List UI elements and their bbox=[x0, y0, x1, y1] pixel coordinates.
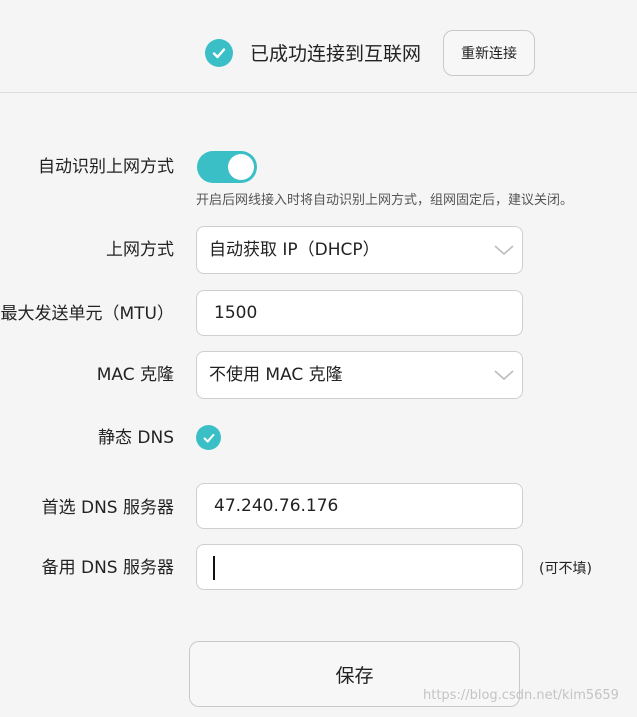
connection-status-bar: 已成功连接到互联网 重新连接 bbox=[0, 0, 637, 92]
mac-clone-value: 不使用 MAC 克隆 bbox=[209, 365, 343, 385]
auto-detect-hint: 开启后网线接入时将自动识别上网方式，组网固定后，建议关闭。 bbox=[196, 193, 574, 208]
watermark: https://blog.csdn.net/kim5659 bbox=[423, 688, 619, 703]
mtu-input[interactable]: 1500 bbox=[196, 290, 523, 336]
toggle-knob bbox=[228, 154, 254, 180]
mac-clone-label: MAC 克隆 bbox=[96, 365, 174, 385]
primary-dns-input[interactable]: 47.240.76.176 bbox=[196, 483, 523, 529]
connection-type-select[interactable]: 自动获取 IP（DHCP） bbox=[196, 226, 523, 274]
mtu-label: 最大发送单元（MTU） bbox=[0, 304, 175, 324]
connection-type-label: 上网方式 bbox=[106, 240, 174, 260]
chevron-down-icon bbox=[494, 370, 514, 381]
divider bbox=[0, 92, 637, 93]
auto-detect-label: 自动识别上网方式 bbox=[38, 157, 174, 177]
mac-clone-select[interactable]: 不使用 MAC 克隆 bbox=[196, 351, 523, 399]
reconnect-button[interactable]: 重新连接 bbox=[443, 30, 535, 76]
secondary-dns-label: 备用 DNS 服务器 bbox=[41, 558, 174, 578]
static-dns-checkbox[interactable] bbox=[196, 425, 221, 450]
primary-dns-label: 首选 DNS 服务器 bbox=[41, 498, 174, 518]
connection-status-text: 已成功连接到互联网 bbox=[250, 43, 422, 65]
chevron-down-icon bbox=[494, 245, 514, 256]
optional-note: (可不填) bbox=[539, 561, 592, 577]
connection-type-value: 自动获取 IP（DHCP） bbox=[209, 240, 380, 260]
static-dns-label: 静态 DNS bbox=[97, 428, 174, 448]
check-circle-icon bbox=[205, 39, 233, 67]
check-icon bbox=[203, 433, 214, 443]
text-cursor bbox=[213, 556, 215, 580]
auto-detect-toggle[interactable] bbox=[197, 151, 257, 183]
secondary-dns-input[interactable] bbox=[196, 544, 523, 590]
